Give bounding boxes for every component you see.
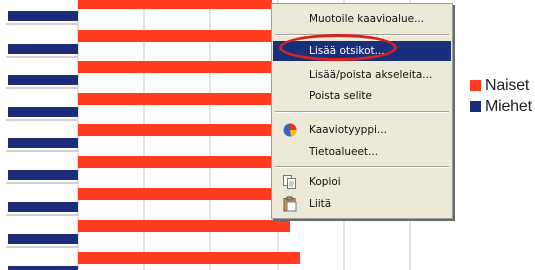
- menu-item-format-chart-area[interactable]: Muotoile kaavioalue...: [273, 9, 451, 29]
- legend-label: Naiset: [485, 76, 530, 94]
- chart-type-icon: [282, 122, 298, 138]
- menu-item-label: Kaaviotyyppi...: [309, 124, 387, 136]
- menu-item-paste[interactable]: Liitä: [273, 194, 451, 214]
- legend-item-miehet: Miehet: [470, 96, 532, 117]
- miehet-bar-5: [8, 138, 78, 148]
- miehet-bar-4: [8, 107, 78, 117]
- menu-item-label: Tietoalueet...: [309, 146, 379, 158]
- miehet-bar-6: [8, 170, 78, 180]
- menu-item-label: Lisää/poista akseleita...: [309, 69, 433, 81]
- naiset-bar-6: [78, 156, 272, 168]
- miehet-bar-2: [8, 44, 78, 54]
- miehet-bar-1: [8, 11, 78, 21]
- bar-chart[interactable]: [0, 0, 535, 270]
- naiset-bar-4: [78, 93, 272, 105]
- legend-swatch-miehet: [470, 101, 481, 112]
- miehet-bar-8: [8, 234, 78, 244]
- menu-item-label: Poista selite: [309, 90, 372, 102]
- menu-item-chart-type[interactable]: Kaaviotyyppi...: [273, 120, 451, 140]
- miehet-bar-7: [8, 202, 78, 212]
- menu-item-insert-remove-axes[interactable]: Lisää/poista akseleita...: [273, 65, 451, 85]
- naiset-bar-3: [78, 61, 272, 73]
- paste-icon: [282, 196, 298, 212]
- menu-item-copy[interactable]: Kopioi: [273, 172, 451, 192]
- miehet-bar-9: [8, 266, 78, 270]
- menu-item-label: Kopioi: [309, 176, 341, 188]
- legend-item-naiset: Naiset: [470, 75, 532, 96]
- naiset-bar-2: [78, 30, 272, 42]
- menu-item-label: Liitä: [309, 198, 332, 210]
- menu-separator: [275, 166, 449, 168]
- naiset-bar-8: [78, 220, 290, 232]
- menu-item-delete-legend[interactable]: Poista selite: [273, 86, 451, 106]
- chart-legend[interactable]: Naiset Miehet: [470, 75, 532, 117]
- chart-area[interactable]: [0, 0, 535, 270]
- naiset-bar-7: [78, 188, 272, 200]
- legend-swatch-naiset: [470, 80, 481, 91]
- menu-separator: [275, 111, 449, 113]
- copy-icon: [282, 174, 298, 190]
- menu-item-data-ranges[interactable]: Tietoalueet...: [273, 142, 451, 162]
- menu-item-label: Muotoile kaavioalue...: [309, 13, 425, 25]
- naiset-bar-1: [78, 0, 272, 9]
- miehet-bar-3: [8, 75, 78, 85]
- naiset-bar-9: [78, 252, 300, 264]
- naiset-bar-5: [78, 124, 272, 136]
- highlight-annotation-ellipse: [279, 34, 397, 61]
- legend-label: Miehet: [485, 97, 532, 115]
